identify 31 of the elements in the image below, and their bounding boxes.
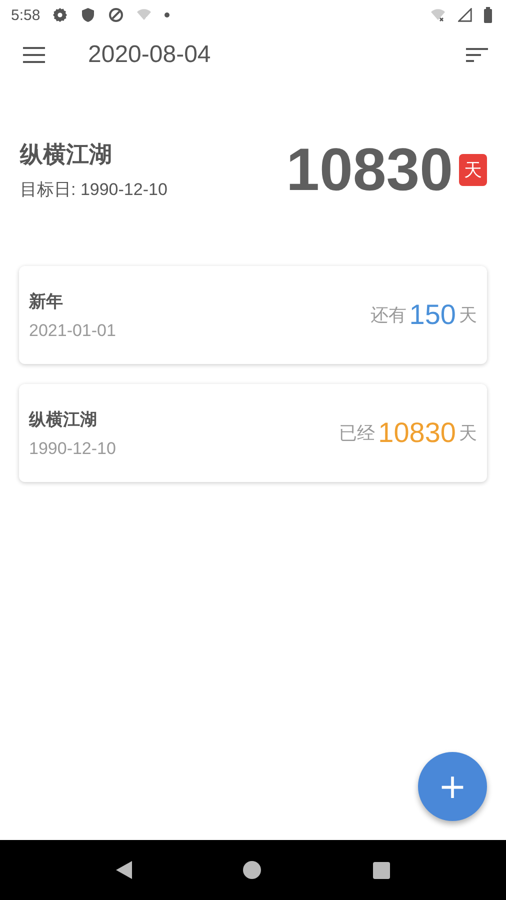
toolbar-title: 2020-08-04	[88, 41, 211, 69]
event-card[interactable]: 新年 2021-01-01 还有 150 天	[19, 266, 487, 364]
add-button[interactable]: +	[418, 752, 487, 821]
back-icon[interactable]	[116, 861, 132, 879]
shield-icon	[80, 7, 96, 23]
wifi-off-icon	[430, 7, 446, 23]
recents-icon[interactable]	[373, 862, 390, 878]
target-date: 目标日: 1990-12-10	[20, 178, 168, 200]
signal-icon	[458, 8, 472, 22]
gear-icon	[52, 7, 68, 23]
day-unit-badge: 天	[459, 154, 487, 186]
day-count: 150	[409, 299, 456, 331]
event-name: 新年	[29, 290, 64, 312]
circle-slash-icon	[108, 7, 124, 23]
day-unit: 天	[459, 304, 477, 327]
event-name: 纵横江湖	[29, 408, 98, 430]
battery-icon	[484, 7, 492, 23]
count-prefix: 还有	[370, 304, 406, 327]
count-prefix: 已经	[339, 422, 376, 445]
menu-icon[interactable]	[23, 47, 45, 63]
status-time: 5:58	[11, 6, 40, 24]
day-count: 10830	[378, 417, 456, 449]
event-date: 2021-01-01	[29, 320, 116, 340]
dot-icon	[164, 12, 170, 18]
day-count: 10830	[286, 135, 453, 204]
event-card[interactable]: 纵横江湖 1990-12-10 已经 10830 天	[19, 384, 487, 482]
home-icon[interactable]	[243, 861, 262, 879]
sort-icon[interactable]	[466, 48, 488, 62]
event-date: 1990-12-10	[29, 438, 116, 458]
event-name: 纵横江湖	[20, 140, 113, 170]
day-unit: 天	[459, 422, 477, 445]
